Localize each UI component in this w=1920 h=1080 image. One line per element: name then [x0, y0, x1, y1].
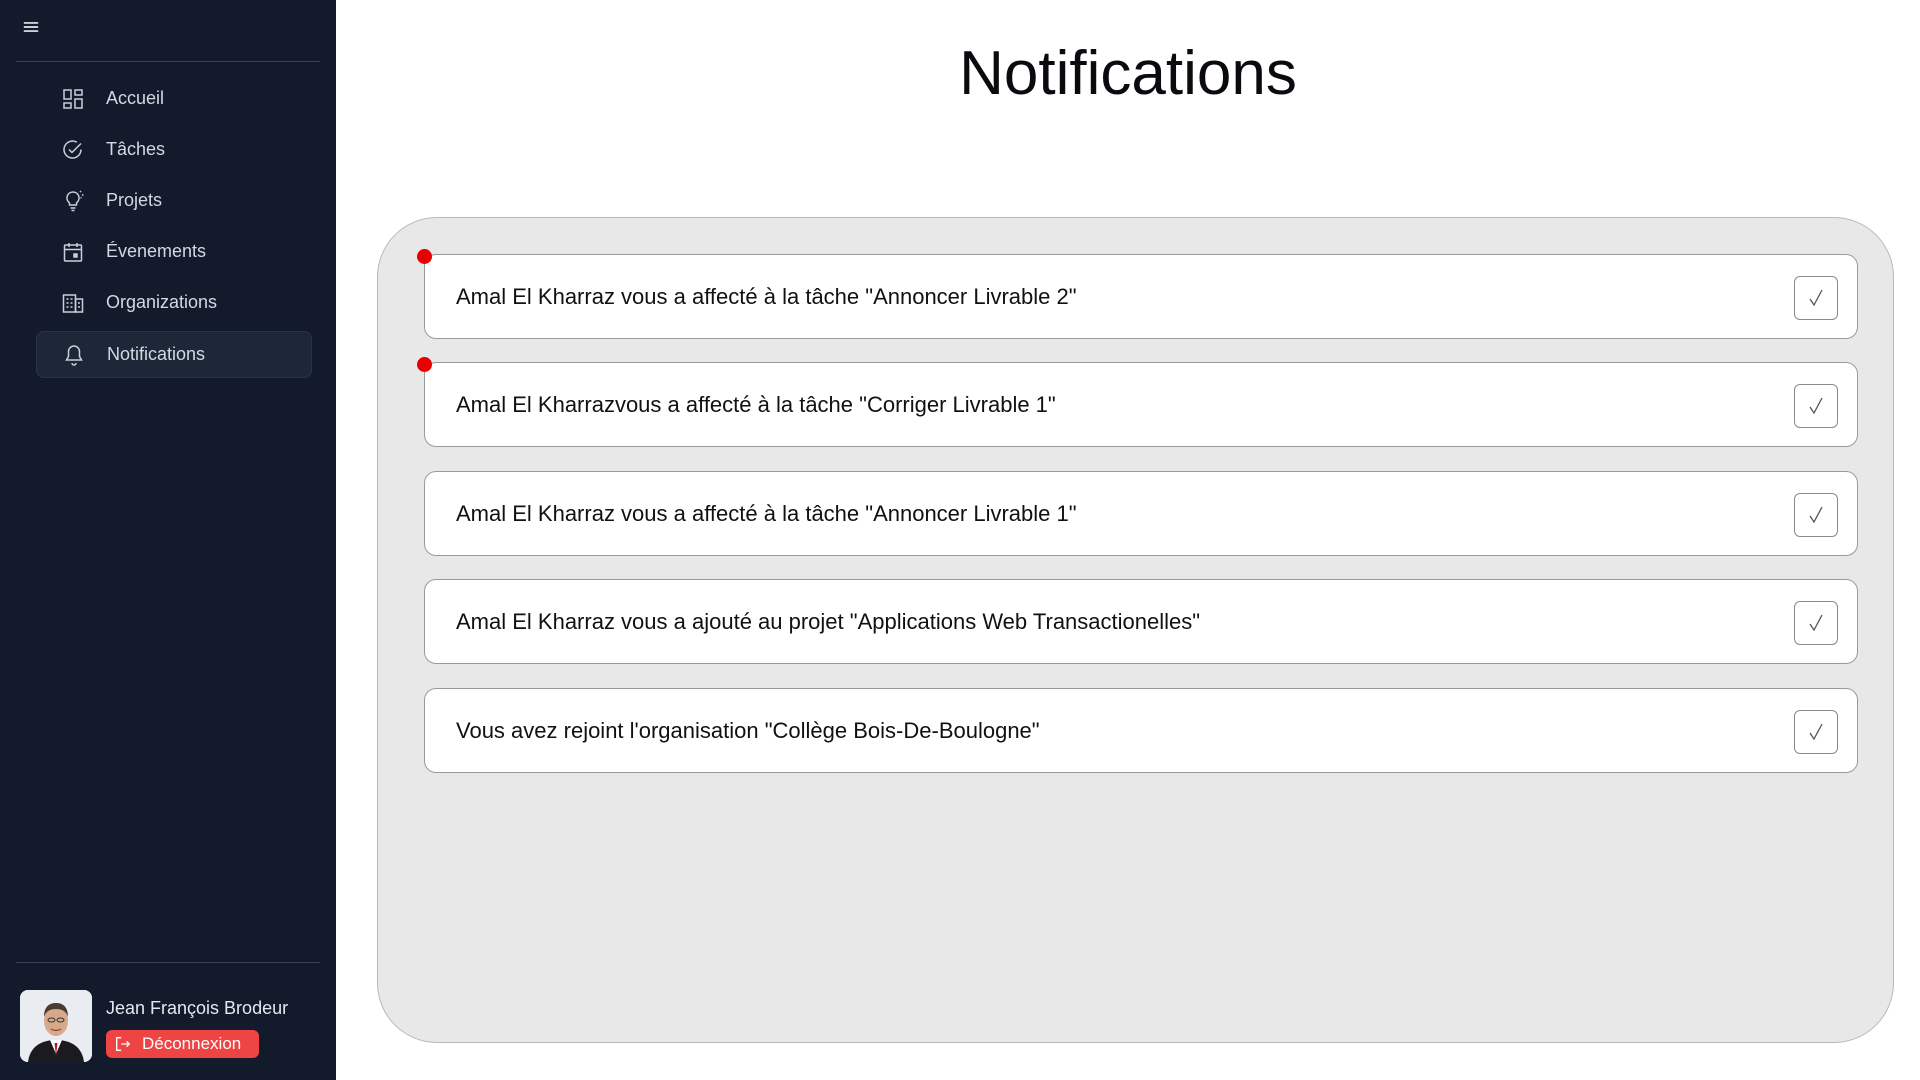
mark-read-button[interactable] — [1794, 493, 1838, 537]
notification-item: Amal El Kharraz vous a affecté à la tâch… — [424, 471, 1858, 556]
sidebar-divider-top — [16, 61, 320, 62]
logout-button[interactable]: Déconnexion — [106, 1030, 260, 1058]
notification-text: Vous avez rejoint l'organisation "Collèg… — [456, 717, 1040, 743]
notification-item: Amal El Kharraz vous a ajouté au projet … — [424, 579, 1858, 664]
checkmark-icon — [1809, 614, 1823, 632]
sidebar: Accueil Tâches Projets Évenements Organi… — [0, 0, 336, 1080]
mark-read-button[interactable] — [1794, 710, 1838, 754]
notification-text: Amal El Kharraz vous a ajouté au projet … — [456, 608, 1201, 634]
checkmark-icon — [1809, 723, 1823, 741]
unread-dot — [417, 249, 432, 264]
sidebar-item-taches[interactable]: Tâches — [36, 127, 312, 172]
sidebar-item-label: Tâches — [106, 139, 166, 159]
notification-item: Amal El Kharraz vous a affecté à la tâch… — [417, 249, 1858, 339]
sidebar-item-notifications[interactable]: Notifications — [36, 331, 312, 378]
sidebar-item-label: Notifications — [107, 344, 206, 364]
sidebar-item-label: Projets — [106, 190, 163, 210]
notification-text: Amal El Kharrazvous a affecté à la tâche… — [456, 391, 1056, 417]
mark-read-button[interactable] — [1794, 384, 1838, 428]
notifications-panel: Amal El Kharraz vous a affecté à la tâch… — [377, 217, 1894, 1043]
checkmark-icon — [1809, 397, 1823, 415]
notification-item: Amal El Kharrazvous a affecté à la tâche… — [417, 357, 1858, 447]
notification-text: Amal El Kharraz vous a affecté à la tâch… — [456, 500, 1077, 526]
avatar[interactable] — [20, 990, 92, 1062]
checkmark-icon — [1809, 506, 1823, 524]
logout-label: Déconnexion — [142, 1034, 242, 1053]
sidebar-item-organizations[interactable]: Organizations — [36, 280, 312, 325]
lightbulb-icon — [60, 188, 86, 214]
building-icon — [60, 290, 86, 316]
sidebar-item-evenements[interactable]: Évenements — [36, 229, 312, 274]
sidebar-nav: Accueil Tâches Projets Évenements Organi… — [36, 76, 312, 384]
sidebar-item-accueil[interactable]: Accueil — [36, 76, 312, 121]
mark-read-button[interactable] — [1794, 601, 1838, 645]
page-title: Notifications — [959, 39, 1297, 108]
notification-item: Vous avez rejoint l'organisation "Collèg… — [424, 688, 1858, 773]
calendar-icon — [60, 239, 86, 265]
user-name: Jean François Brodeur — [106, 998, 289, 1018]
unread-dot — [417, 357, 432, 372]
checkmark-icon — [1809, 289, 1823, 307]
sidebar-item-projets[interactable]: Projets — [36, 178, 312, 223]
sidebar-item-label: Accueil — [106, 88, 165, 108]
sidebar-item-label: Organizations — [106, 292, 218, 312]
logout-icon — [116, 1037, 131, 1051]
sidebar-item-label: Évenements — [106, 241, 207, 261]
check-circle-icon — [60, 137, 86, 163]
dashboard-grid-icon — [60, 86, 86, 112]
notification-text: Amal El Kharraz vous a affecté à la tâch… — [456, 283, 1077, 309]
mark-read-button[interactable] — [1794, 276, 1838, 320]
user-profile: Jean François Brodeur Déconnexion — [20, 990, 320, 1064]
bell-icon — [61, 342, 87, 368]
sidebar-divider-bottom — [16, 962, 320, 963]
hamburger-icon[interactable] — [22, 18, 44, 40]
